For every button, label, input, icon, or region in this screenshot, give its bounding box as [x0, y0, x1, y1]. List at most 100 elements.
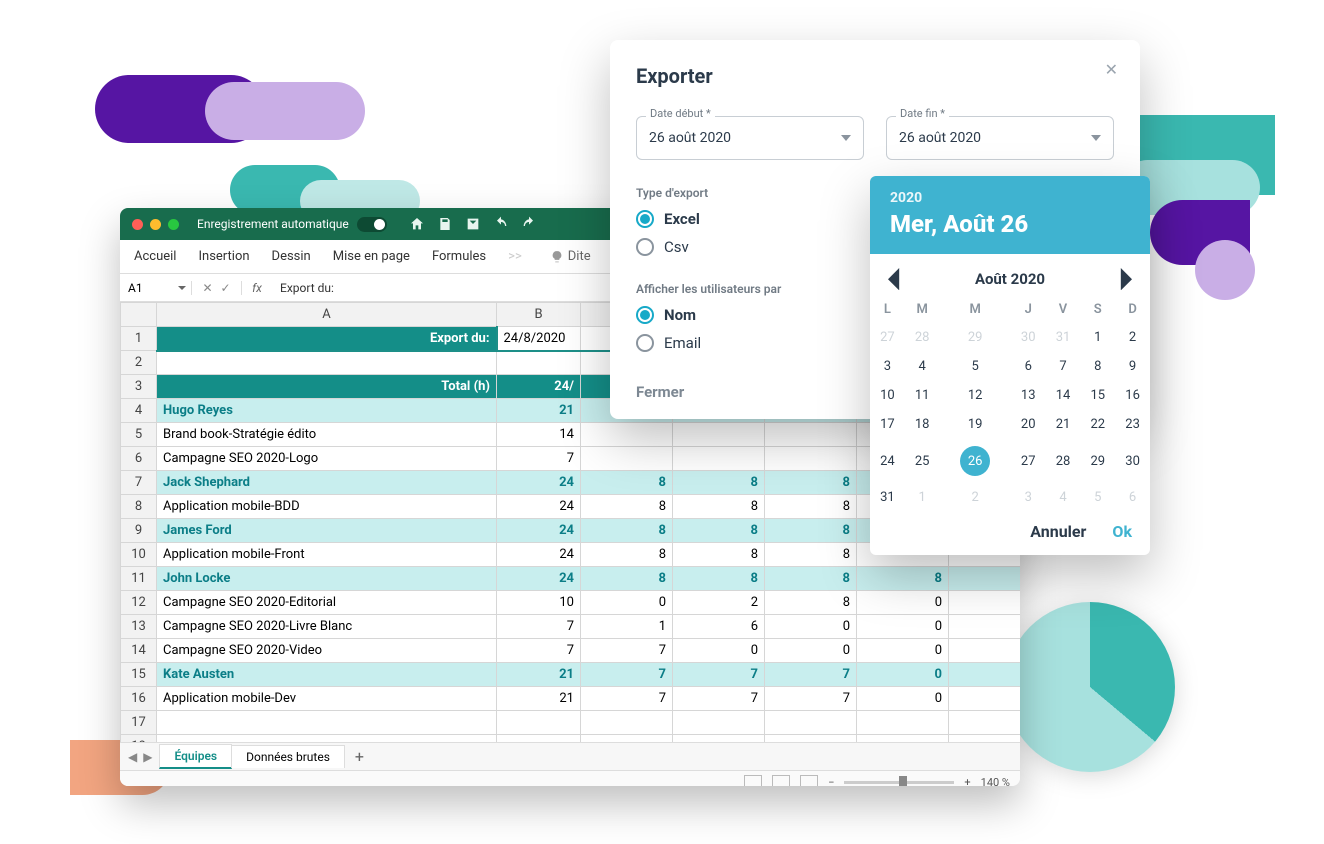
close-button[interactable]: Fermer: [636, 383, 684, 401]
undo-icon[interactable]: [493, 216, 509, 232]
calendar-day[interactable]: 31: [1046, 323, 1081, 352]
calendar-day[interactable]: 6: [1011, 352, 1046, 381]
calendar-day[interactable]: 18: [905, 410, 940, 439]
calendar-day[interactable]: 15: [1080, 381, 1115, 410]
radio-icon: [636, 306, 654, 324]
sheet-next-icon[interactable]: ▶: [143, 750, 152, 764]
calendar-day[interactable]: 10: [870, 381, 905, 410]
redo-icon[interactable]: [521, 216, 537, 232]
calendar-grid: LMMJVSD272829303112345678910111213141516…: [870, 296, 1150, 512]
start-date-label: Date début *: [646, 107, 715, 120]
calendar-day[interactable]: 21: [1046, 410, 1081, 439]
calendar-day[interactable]: 12: [940, 381, 1011, 410]
calendar-day[interactable]: 25: [905, 439, 940, 483]
calendar-day[interactable]: 30: [1115, 439, 1150, 483]
home-icon[interactable]: [409, 216, 425, 232]
confirm-entry-icon[interactable]: ✓: [221, 281, 231, 295]
calendar-day[interactable]: 4: [1046, 483, 1081, 512]
calendar-day[interactable]: 17: [870, 410, 905, 439]
decor-pill: [1195, 240, 1255, 300]
calendar-day[interactable]: 8: [1080, 352, 1115, 381]
end-date-field: Date fin * 26 août 2020: [886, 116, 1114, 160]
calendar-day[interactable]: 13: [1011, 381, 1046, 410]
close-modal-button[interactable]: ✕: [1105, 60, 1118, 79]
picker-month-title: Août 2020: [975, 270, 1045, 288]
calendar-day[interactable]: 3: [1011, 483, 1046, 512]
zoom-window-button[interactable]: [168, 219, 179, 230]
calendar-day[interactable]: 2: [940, 483, 1011, 512]
add-sheet-button[interactable]: +: [345, 747, 374, 766]
radio-icon: [636, 210, 654, 228]
calendar-day[interactable]: 14: [1046, 381, 1081, 410]
menu-formules[interactable]: Formules: [432, 249, 486, 264]
calendar-day[interactable]: 28: [905, 323, 940, 352]
radio-icon: [636, 334, 654, 352]
autosave-toggle[interactable]: [357, 217, 387, 232]
calendar-day[interactable]: 26: [940, 439, 1011, 483]
chevron-down-icon: [1091, 135, 1101, 141]
cancel-entry-icon[interactable]: ✕: [202, 281, 212, 295]
name-box[interactable]: A1: [120, 281, 192, 295]
calendar-day[interactable]: 2: [1115, 323, 1150, 352]
calendar-day[interactable]: 30: [1011, 323, 1046, 352]
radio-icon: [636, 238, 654, 256]
sheet-prev-icon[interactable]: ◀: [128, 750, 137, 764]
calendar-day[interactable]: 29: [1080, 439, 1115, 483]
calendar-day[interactable]: 9: [1115, 352, 1150, 381]
lightbulb-icon: [550, 250, 564, 264]
menu-accueil[interactable]: Accueil: [134, 249, 176, 264]
menu-insertion[interactable]: Insertion: [198, 249, 249, 264]
decor-pill: [205, 82, 365, 140]
calendar-day[interactable]: 5: [1080, 483, 1115, 512]
calendar-day[interactable]: 24: [870, 439, 905, 483]
end-date-select[interactable]: 26 août 2020: [886, 116, 1114, 160]
calendar-day[interactable]: 11: [905, 381, 940, 410]
calendar-day[interactable]: 23: [1115, 410, 1150, 439]
calendar-day[interactable]: 5: [940, 352, 1011, 381]
zoom-out-icon[interactable]: −: [828, 776, 834, 786]
sheet-tab-equipes[interactable]: Équipes: [159, 744, 232, 769]
calendar-day[interactable]: 27: [870, 323, 905, 352]
decor-pie: [1005, 602, 1175, 772]
calendar-day[interactable]: 4: [905, 352, 940, 381]
picker-ok-button[interactable]: Ok: [1112, 522, 1132, 541]
calendar-day[interactable]: 22: [1080, 410, 1115, 439]
close-window-button[interactable]: [132, 219, 143, 230]
menu-dessin[interactable]: Dessin: [272, 249, 311, 264]
picker-cancel-button[interactable]: Annuler: [1030, 522, 1086, 541]
minimize-window-button[interactable]: [150, 219, 161, 230]
calendar-day[interactable]: 16: [1115, 381, 1150, 410]
start-date-select[interactable]: 26 août 2020: [636, 116, 864, 160]
sheet-tabs: ◀ ▶ Équipes Données brutes +: [120, 742, 1020, 770]
sheet-tab-donnees[interactable]: Données brutes: [231, 745, 345, 768]
page-break-view-icon[interactable]: [800, 775, 818, 787]
calendar-day[interactable]: 29: [940, 323, 1011, 352]
fx-icon[interactable]: fx: [242, 281, 272, 295]
autosave-label: Enregistrement automatique: [197, 217, 349, 231]
picker-date: Mer, Août 26: [890, 210, 1130, 238]
autosave-icon[interactable]: [465, 216, 481, 232]
zoom-slider[interactable]: [844, 781, 954, 784]
zoom-in-icon[interactable]: +: [964, 776, 970, 786]
page-layout-view-icon[interactable]: [772, 775, 790, 787]
tell-me[interactable]: Dite: [550, 249, 591, 264]
normal-view-icon[interactable]: [744, 775, 762, 787]
save-icon[interactable]: [437, 216, 453, 232]
prev-month-icon[interactable]: [888, 268, 902, 290]
calendar-day[interactable]: 7: [1046, 352, 1081, 381]
calendar-day[interactable]: 1: [1080, 323, 1115, 352]
modal-title: Exporter: [636, 64, 1114, 88]
calendar-day[interactable]: 1: [905, 483, 940, 512]
calendar-day[interactable]: 27: [1011, 439, 1046, 483]
calendar-day[interactable]: 3: [870, 352, 905, 381]
menu-mise-en-page[interactable]: Mise en page: [333, 249, 410, 264]
picker-year[interactable]: 2020: [890, 190, 1130, 206]
calendar-day[interactable]: 19: [940, 410, 1011, 439]
status-bar: − + 140 %: [120, 770, 1020, 786]
calendar-day[interactable]: 31: [870, 483, 905, 512]
calendar-day[interactable]: 28: [1046, 439, 1081, 483]
date-picker: 2020 Mer, Août 26 Août 2020 LMMJVSD27282…: [870, 176, 1150, 555]
calendar-day[interactable]: 20: [1011, 410, 1046, 439]
next-month-icon[interactable]: [1118, 268, 1132, 290]
calendar-day[interactable]: 6: [1115, 483, 1150, 512]
